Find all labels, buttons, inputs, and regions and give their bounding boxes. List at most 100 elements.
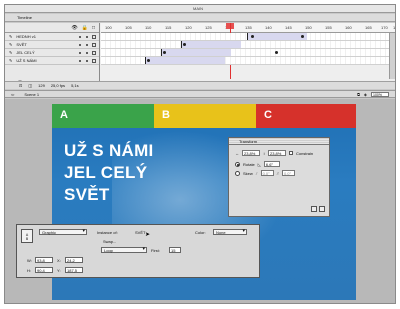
x-label: X: [57, 258, 61, 263]
layer-toggles[interactable] [79, 43, 92, 46]
width-input[interactable]: 93,8 [35, 257, 53, 263]
layer-outline-box[interactable] [92, 42, 96, 47]
rotate-row: Rotate ◺ 6,6° [235, 161, 280, 167]
ruler-tick: 115 [165, 25, 172, 30]
instance-name: SVĚT [135, 230, 146, 235]
swap-button[interactable]: Swap... [103, 239, 116, 244]
timeline-scrollbar[interactable] [389, 33, 395, 79]
keyframe[interactable] [183, 43, 186, 46]
layer-outline-box[interactable] [92, 58, 96, 63]
keyframe[interactable] [147, 59, 150, 62]
edit-scene-icon[interactable]: ⧉ [357, 92, 360, 97]
x-input[interactable]: 24,2 [65, 257, 83, 263]
layer-track[interactable] [101, 57, 395, 65]
layer-track[interactable] [101, 41, 395, 49]
transform-buttons [311, 206, 325, 212]
ruler-tick: 100 [105, 25, 112, 30]
lock-icon[interactable]: 🔒 [82, 25, 88, 31]
height-field[interactable]: 23,8% [268, 150, 286, 156]
graphic-symbol-icon: AB [21, 229, 33, 243]
transform-title: Transform [239, 139, 258, 144]
frame-rate: 25,0 fps [50, 83, 66, 88]
current-frame: 129 [38, 83, 45, 88]
skew-h-field[interactable]: 0,0° [260, 170, 274, 176]
scene-label: Scene 1 [24, 91, 40, 97]
copy-transform-icon[interactable] [311, 206, 317, 212]
transform-title-bar[interactable]: Transform [229, 138, 329, 145]
keyframe[interactable] [301, 35, 304, 38]
layer-outline-box[interactable] [92, 34, 96, 39]
ruler-tick: 125 [205, 25, 212, 30]
keyframe[interactable] [163, 51, 166, 54]
layer-track[interactable] [101, 49, 395, 57]
window-title: MAIN [193, 6, 203, 11]
layer-name: HEDNH v1 [16, 34, 36, 39]
properties-panel: AB Graphic Instance of: SVĚT Color: None… [16, 224, 260, 278]
tween-span[interactable] [145, 57, 225, 64]
layer-toggles[interactable] [79, 59, 92, 62]
layer-row[interactable]: ✎ SVĚT [5, 41, 99, 49]
layer-name: SVĚT [16, 42, 27, 47]
skew-row: Skew ⫽ 0,0° ⫻ 0,0° [235, 170, 295, 176]
rotate-field[interactable]: 6,6° [263, 161, 280, 167]
loop-select[interactable]: Loop [101, 247, 147, 253]
skew-radio[interactable] [235, 170, 240, 176]
layer-outline-box[interactable] [92, 50, 96, 55]
w-label: W: [27, 258, 32, 263]
tween-span[interactable] [181, 41, 241, 48]
ruler-tick: 120 [185, 25, 192, 30]
stripe-green: A [52, 104, 154, 128]
layer-toggles[interactable] [79, 51, 92, 54]
first-frame-label: First: [151, 248, 160, 253]
rotate-radio[interactable] [235, 161, 240, 167]
tween-span[interactable] [161, 49, 231, 56]
headline-line: UŽ S NÁMI [64, 141, 154, 160]
layer-name: UŽ S NÁMI [16, 58, 37, 63]
width-field[interactable]: 23,8% [242, 150, 260, 156]
headline-line: SVĚT [64, 185, 110, 204]
ruler-tick: 105 [125, 25, 132, 30]
symbol-type-select[interactable]: Graphic [39, 229, 87, 235]
reset-transform-icon[interactable] [319, 206, 325, 212]
stripe-yellow: B [154, 104, 256, 128]
first-frame-field[interactable]: 15 [169, 247, 181, 253]
outline-icon[interactable]: □ [92, 25, 95, 31]
scene-bar: ⇦ Scene 1 ⧉ ◈ 100% [5, 90, 395, 98]
tween-span[interactable] [247, 33, 307, 40]
keyframe[interactable] [251, 35, 254, 38]
layer-row[interactable]: ✎ HEDNH v1 [5, 33, 99, 41]
rotate-label: Rotate [243, 161, 255, 167]
skew-label: Skew [243, 170, 253, 176]
scale-row: ↔ 23,8% ↕ 23,8% Constrain [235, 150, 313, 156]
layer-track[interactable] [101, 33, 395, 41]
y-input[interactable]: 187,5 [65, 267, 83, 273]
window-title-bar: MAIN [5, 5, 395, 13]
layer-toggles[interactable] [79, 35, 92, 38]
center-frame-icon[interactable]: ⊡ [19, 83, 22, 88]
eye-icon[interactable]: 👁 [71, 25, 77, 31]
height-input[interactable]: 90,4 [35, 267, 53, 273]
skew-v-field[interactable]: 0,0° [281, 170, 295, 176]
layers-column: 👁 🔒 □ ✎ HEDNH v1 ✎ SVĚT ✎ JEL CELÝ ✎ UŽ … [5, 23, 100, 89]
frames-area[interactable]: 100 105 110 115 120 125 130 135 140 145 … [101, 23, 395, 89]
ruler-tick: 140 [265, 25, 272, 30]
layer-row[interactable]: ✎ JEL CELÝ [5, 49, 99, 57]
frame-ruler[interactable]: 100 105 110 115 120 125 130 135 140 145 … [101, 23, 395, 33]
h-label: H: [27, 268, 31, 273]
keyframe[interactable] [275, 51, 278, 54]
y-label: Y: [57, 268, 61, 273]
layer-name: JEL CELÝ [16, 50, 35, 55]
rotate-icon: ◺ [257, 161, 261, 167]
edit-symbol-icon[interactable]: ◈ [364, 92, 367, 97]
color-effect-select[interactable]: None [213, 229, 247, 235]
onion-skin-icon[interactable]: ◫ [28, 83, 32, 88]
constrain-label: Constrain [296, 150, 314, 156]
layer-row[interactable]: ✎ UŽ S NÁMI [5, 57, 99, 65]
zoom-field[interactable]: 100% [371, 92, 389, 97]
timeline-title: Timeline [5, 14, 395, 22]
ruler-tick: 160 [345, 25, 352, 30]
timeline-panel: 👁 🔒 □ ✎ HEDNH v1 ✎ SVĚT ✎ JEL CELÝ ✎ UŽ … [5, 23, 395, 89]
ruler-tick: 170 [381, 25, 388, 30]
headline-text[interactable]: UŽ S NÁMI JEL CELÝ SVĚT [64, 140, 154, 206]
constrain-checkbox[interactable] [289, 151, 293, 155]
